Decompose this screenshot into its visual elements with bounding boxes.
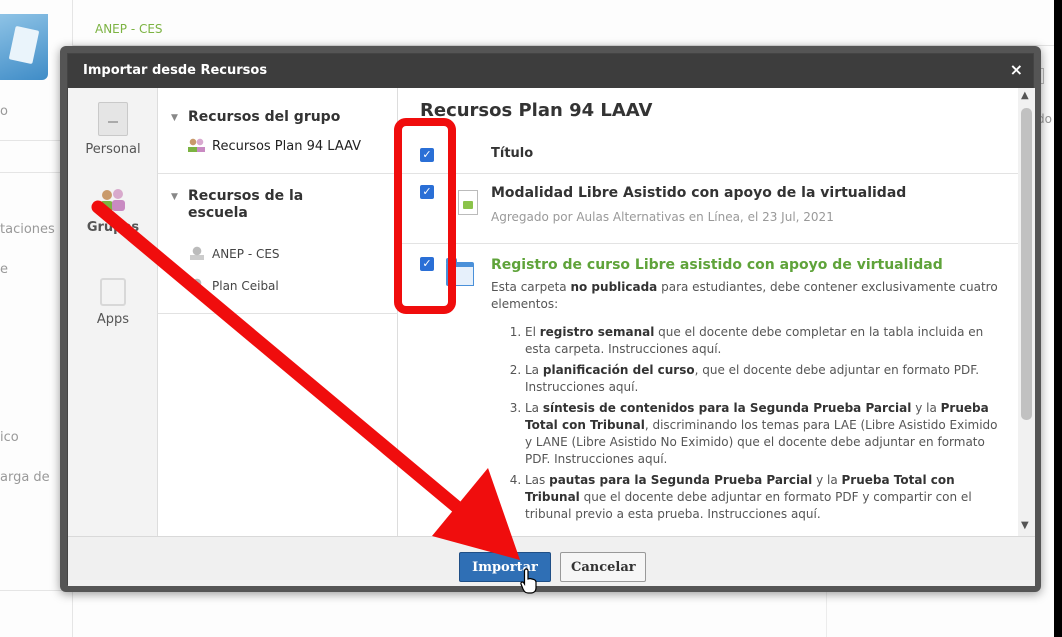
background-fragment: o [0, 104, 8, 119]
group-icon [188, 138, 206, 152]
app-logo [0, 14, 48, 80]
background-header [73, 0, 1054, 46]
file-icon [458, 190, 478, 215]
personal-icon [98, 102, 128, 136]
import-dialog-frame: Importar desde Recursos × Personal Grupo… [60, 46, 1041, 592]
tree-heading-label: Recursos de la escuela [188, 188, 304, 221]
dialog-footer: Importar Cancelar [68, 536, 1035, 586]
list-item: La síntesis de contenidos para la Segund… [525, 400, 1006, 468]
tree-item-anep-ces[interactable]: ANEP - CES [188, 246, 280, 261]
row-divider [398, 173, 1018, 174]
tree-divider [158, 313, 398, 314]
tree-item-label: Recursos Plan 94 LAAV [212, 139, 362, 154]
background-fragment: ico [0, 430, 19, 445]
cancel-button[interactable]: Cancelar [560, 552, 646, 582]
list-item: La planificación del curso, que el docen… [525, 362, 1006, 396]
group-icon [100, 189, 125, 211]
category-sidebar: Personal Grupos Apps [68, 88, 158, 536]
tree-divider [158, 173, 398, 174]
dialog-title: Importar desde Recursos [83, 63, 268, 78]
tree-item-recursos-plan[interactable]: Recursos Plan 94 LAAV [188, 138, 361, 154]
category-label: Personal [85, 142, 141, 157]
screen: ANEP - CES o taciones e ico arga de dado… [0, 0, 1054, 637]
apps-icon [100, 278, 126, 306]
expand-triangle-icon: ▼ [171, 113, 178, 123]
tree-heading-group[interactable]: ▼ Recursos del grupo [171, 109, 372, 126]
background-school-label: ANEP - CES [95, 22, 163, 36]
row-divider [398, 243, 1018, 244]
folder-contents-list: El registro semanal que el docente debe … [491, 324, 1006, 527]
folder-title[interactable]: Registro de curso Libre asistido con apo… [491, 257, 943, 273]
column-header-title: Título [491, 146, 534, 161]
category-personal[interactable]: Personal [68, 102, 158, 157]
scroll-down-icon[interactable]: ▼ [1021, 520, 1029, 531]
school-icon [188, 246, 206, 260]
resource-title[interactable]: Modalidad Libre Asistido con apoyo de la… [491, 185, 906, 201]
dialog-title-bar: Importar desde Recursos × [68, 54, 1033, 88]
highlight-box-annotation [394, 118, 456, 314]
tree-heading-label: Recursos del grupo [188, 109, 341, 125]
import-dialog: Importar desde Recursos × Personal Grupo… [67, 53, 1035, 586]
resource-tree: ▼ Recursos del grupo Recursos Plan 94 LA… [158, 88, 398, 536]
expand-triangle-icon: ▼ [171, 192, 178, 202]
tree-heading-school[interactable]: ▼ Recursos de la escuela [171, 188, 352, 222]
tree-item-label: ANEP - CES [212, 247, 280, 261]
folder-description: Esta carpeta no publicada para estudiant… [491, 280, 998, 311]
background-fragment: e [0, 262, 8, 277]
scrollbar-thumb[interactable] [1021, 108, 1032, 420]
school-icon [188, 278, 206, 292]
list-item: Las pautas para la Segunda Prueba Parcia… [525, 472, 1006, 523]
background-fragment: taciones [0, 222, 55, 237]
category-label: Grupos [86, 220, 140, 235]
list-item: El registro semanal que el docente debe … [525, 324, 1006, 358]
content-title: Recursos Plan 94 LAAV [420, 100, 653, 121]
category-apps[interactable]: Apps [68, 278, 158, 327]
category-groups[interactable]: Grupos [68, 188, 158, 235]
scroll-up-icon[interactable]: ▲ [1021, 90, 1029, 101]
tree-item-label: Plan Ceibal [212, 279, 279, 293]
resource-meta: Agregado por Aulas Alternativas en Línea… [491, 210, 834, 224]
close-icon[interactable]: × [1010, 60, 1023, 79]
resource-content: Recursos Plan 94 LAAV ✓ Título ✓ Modalid… [398, 88, 1018, 536]
category-label: Apps [96, 312, 130, 327]
content-scrollbar[interactable]: ▲ ▼ [1018, 88, 1035, 536]
tree-item-plan-ceibal[interactable]: Plan Ceibal [188, 278, 279, 293]
hand-cursor-icon [520, 568, 537, 594]
background-fragment: arga de [0, 470, 50, 485]
